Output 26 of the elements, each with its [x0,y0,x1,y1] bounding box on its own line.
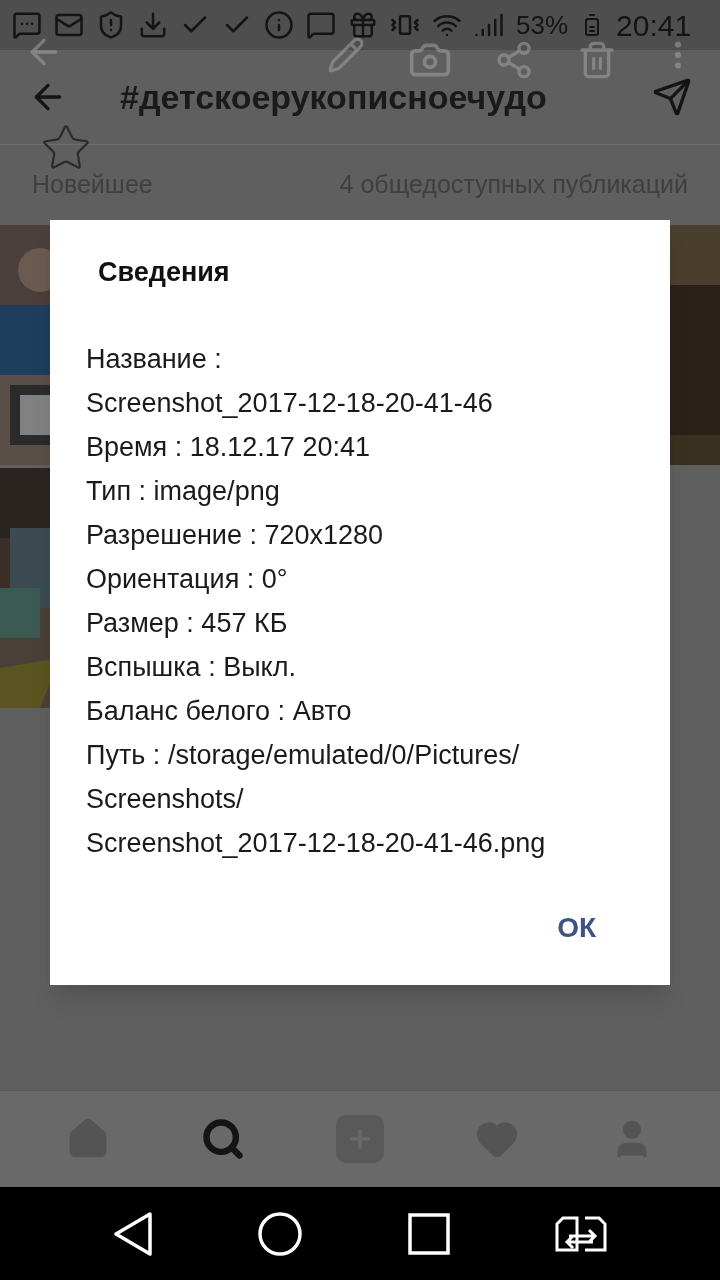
home-nav-icon[interactable] [258,1211,303,1256]
dialog-title: Сведения [97,256,231,289]
gift-icon [348,10,378,40]
clock: 20:41 [616,7,692,44]
detail-line: Название : Screenshot_2017-12-18-20-41-46 [86,342,494,420]
pencil-icon[interactable] [326,36,365,74]
battery-percent: 53% [516,8,569,42]
detail-line: Размер : 457 КБ [86,606,289,640]
search-icon[interactable] [200,1117,245,1161]
detail-line: Путь : /storage/emulated/0/Pictures/Screenshots/Screenshot_2017-12-18-20-41-46.png [86,738,547,860]
switch-app-icon[interactable] [555,1215,608,1252]
recents-nav-icon[interactable] [407,1212,450,1255]
message-icon [12,10,42,40]
send-icon[interactable] [652,77,692,117]
detail-line: Ориентация : 0° [86,562,289,596]
info-icon [264,10,294,40]
hashtag-title: #детскоерукописноечудо [120,76,547,118]
chat-icon [306,10,336,40]
back-nav-icon[interactable] [112,1211,153,1256]
detail-line: Вспышка : Выкл. [86,650,297,684]
detail-line: Баланс белого : Авто [86,694,353,728]
ok-button[interactable]: ОК [533,894,620,961]
detail-line: Время : 18.12.17 20:41 [86,430,371,464]
download-icon [138,10,168,40]
detail-line: Разрешение : 720x1280 [86,518,385,552]
detail-line: Тип : image/png [86,474,281,508]
